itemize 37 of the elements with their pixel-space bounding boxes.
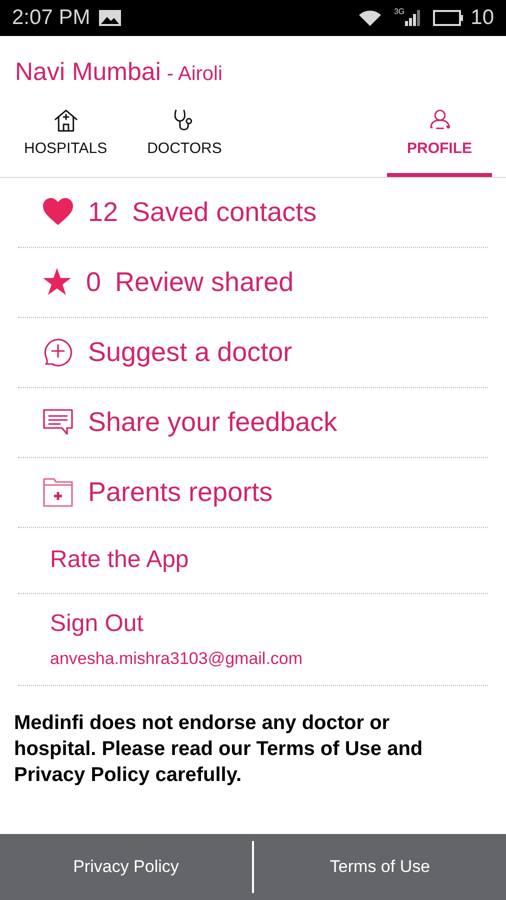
item-label: Saved contacts [132, 196, 317, 229]
heart-icon [42, 198, 74, 226]
nav-tab[interactable]: PROFILE [387, 108, 492, 176]
menu-item[interactable]: Rate the App [18, 528, 488, 594]
battery-icon [432, 10, 463, 26]
disclaimer-text: Medinfi does not endorse any doctor or hospital. Please read our Terms of Use and Privacy Policy carefully. [13, 710, 424, 788]
item-count: 12 [88, 196, 118, 229]
image-icon [98, 9, 122, 27]
nav-tab[interactable]: DOCTORS [133, 108, 236, 176]
message-icon [42, 408, 74, 436]
status-time: 2:07 PM [12, 5, 90, 32]
account-email: anvesha.mishra3103@gmail.com [50, 648, 303, 670]
menu-item[interactable]: Parents reports [18, 458, 488, 528]
footer-link[interactable]: Terms of Use [254, 854, 506, 880]
item-count: 0 [86, 266, 102, 299]
battery-level: 10 [470, 5, 494, 32]
menu-item[interactable]: Suggest a doctor [18, 318, 488, 388]
item-label: Review shared [115, 266, 294, 299]
add-comment-icon [42, 337, 74, 367]
star-icon [42, 268, 72, 296]
item-label: Parents reports [88, 476, 273, 509]
item-label: Suggest a doctor [88, 336, 292, 369]
menu-item[interactable]: Share your feedback [18, 388, 488, 458]
item-label: Rate the App [50, 545, 189, 575]
nav-tab[interactable]: HOSPITALS [10, 108, 122, 176]
footer-link[interactable]: Privacy Policy [0, 854, 252, 880]
medical-folder-icon [42, 477, 74, 507]
area-name[interactable]: - Airoli [166, 59, 222, 89]
item-label: Sign Out [50, 609, 144, 640]
item-label: Share your feedback [88, 406, 338, 439]
menu-item[interactable]: Sign Out anvesha.mishra3103@gmail.com [18, 594, 488, 686]
city-name[interactable]: Navi Mumbai [15, 54, 161, 92]
network-type: 3G [394, 6, 405, 18]
menu-item[interactable]: 12 Saved contacts [18, 178, 488, 248]
wifi-icon [358, 9, 382, 27]
signal-icon [404, 10, 421, 26]
menu-item[interactable]: 0 Review shared [18, 248, 488, 318]
